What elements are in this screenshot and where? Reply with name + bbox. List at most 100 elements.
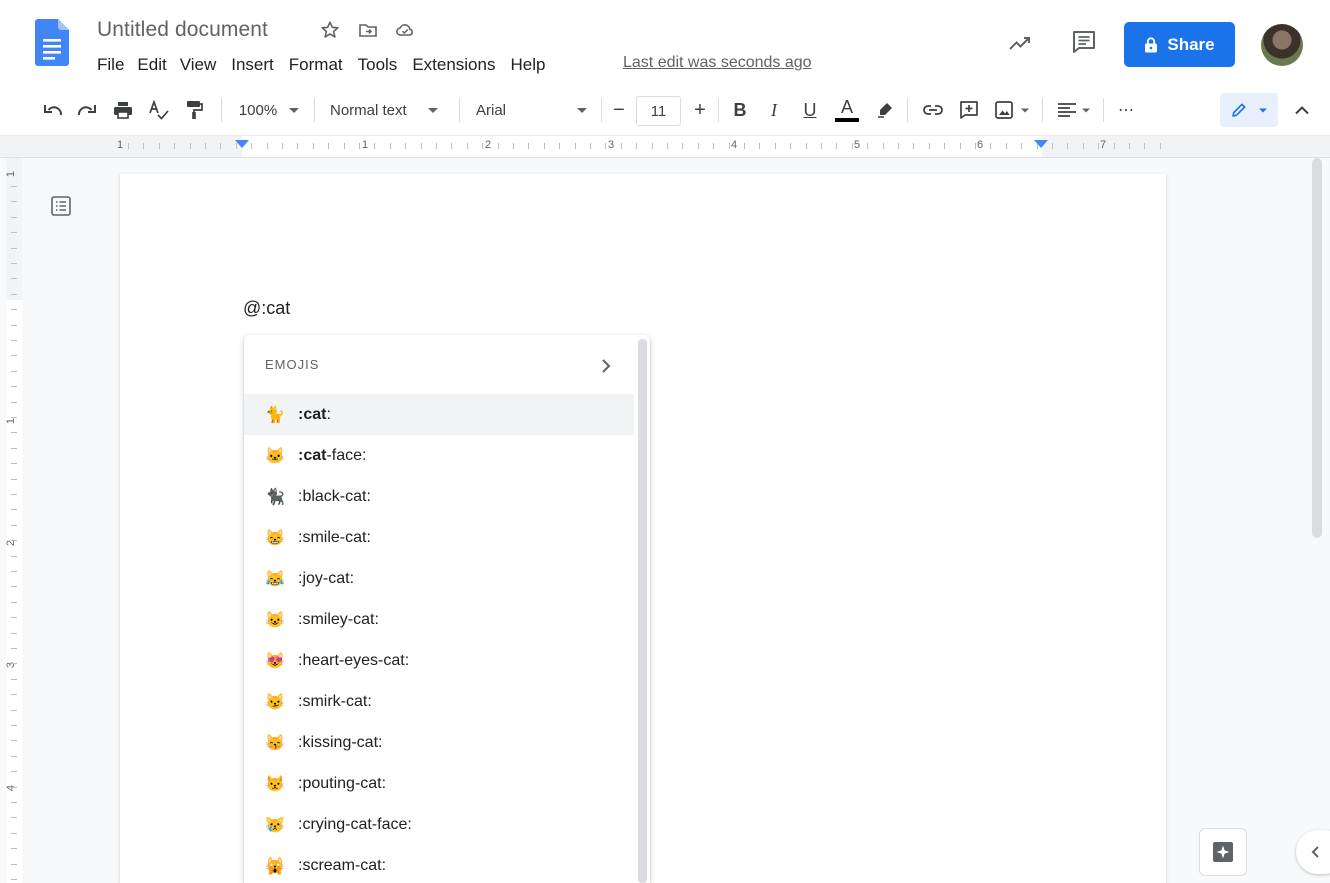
document-body-text[interactable]: @:cat (243, 298, 290, 319)
menu-edit[interactable]: Edit (137, 55, 166, 75)
ruler-tick (960, 143, 961, 149)
docs-logo-icon[interactable] (35, 19, 69, 66)
vruler-tick (11, 756, 17, 757)
ruler-tick (975, 143, 976, 149)
vruler-tick (11, 817, 17, 818)
menu-tools[interactable]: Tools (358, 55, 398, 75)
right-indent-marker[interactable] (1034, 140, 1048, 148)
vruler-tick (11, 571, 17, 572)
move-to-folder-icon[interactable] (358, 20, 378, 40)
vruler-tick (11, 479, 17, 480)
vruler-tick (11, 217, 17, 218)
font-value: Arial (476, 101, 507, 119)
emoji-glyph-icon: 😼 (265, 693, 285, 711)
print-icon[interactable] (110, 84, 136, 136)
emoji-list-item[interactable]: 😹:joy-cat: (244, 558, 634, 599)
menu-file[interactable]: File (97, 55, 124, 75)
emoji-list-item[interactable]: 🐈:cat: (244, 394, 634, 435)
matched-query-text: :cat (298, 405, 327, 423)
vruler-tick (11, 540, 17, 541)
text-color-button[interactable]: A (834, 84, 860, 136)
menu-view[interactable]: View (180, 55, 217, 75)
vertical-scrollbar[interactable] (1312, 158, 1322, 538)
ruler-tick (575, 143, 576, 149)
insert-image-icon[interactable] (990, 84, 1034, 136)
bold-button[interactable]: B (728, 84, 752, 136)
undo-icon[interactable] (40, 84, 66, 136)
left-indent-marker[interactable] (235, 140, 249, 148)
chevron-down-icon (577, 107, 588, 113)
add-comment-icon[interactable] (956, 84, 982, 136)
ruler-tick (1021, 143, 1022, 149)
collapse-icon[interactable] (1289, 84, 1315, 136)
menu-extensions[interactable]: Extensions (412, 55, 495, 75)
more-options-button[interactable]: ⋯ (1114, 84, 1138, 136)
share-button[interactable]: Share (1124, 22, 1235, 67)
redo-icon[interactable] (74, 84, 100, 136)
vruler-tick (11, 787, 17, 788)
bold-label: B (733, 99, 747, 120)
cloud-saved-icon[interactable] (395, 20, 415, 40)
paint-format-icon[interactable] (181, 84, 207, 136)
decrease-font-size-button[interactable]: − (607, 84, 631, 136)
emoji-list-item[interactable]: 🐈‍⬛:black-cat: (244, 476, 634, 517)
ruler-tick (559, 143, 560, 149)
horizontal-ruler[interactable]: 1 1 2 3 4 5 6 7 (0, 136, 1330, 158)
explore-button[interactable] (1199, 828, 1247, 876)
shortcode-remainder-text: :heart-eyes-cat: (298, 651, 410, 669)
ruler-tick (652, 143, 653, 149)
font-select[interactable]: Arial (476, 84, 596, 136)
emoji-list-item[interactable]: 😽:kissing-cat: (244, 722, 634, 763)
emoji-list-item[interactable]: 😺:smiley-cat: (244, 599, 634, 640)
shortcode-remainder-text: :joy-cat: (298, 569, 355, 587)
ruler-tick (590, 143, 591, 149)
shortcode-remainder-text: :crying-cat-face: (298, 815, 412, 833)
chevron-right-icon[interactable] (600, 358, 612, 374)
title-bar: Untitled document File Edit View Insert … (0, 0, 1330, 84)
link-icon[interactable] (920, 84, 946, 136)
emoji-list-item[interactable]: 🙀:scream-cat: (244, 845, 634, 883)
italic-button[interactable]: I (762, 84, 786, 136)
emoji-glyph-icon: 😺 (265, 611, 285, 629)
ruler-tick (806, 143, 807, 149)
underline-button[interactable]: U (798, 84, 822, 136)
ruler-tick (159, 143, 160, 149)
vruler-tick (11, 663, 17, 664)
ruler-tick (282, 143, 283, 149)
ruler-tick (374, 143, 375, 149)
account-avatar[interactable] (1261, 24, 1303, 66)
ruler-label: 3 (608, 139, 615, 151)
last-edit-link[interactable]: Last edit was seconds ago (623, 54, 812, 72)
font-size-input[interactable]: 11 (636, 96, 681, 126)
emoji-shortcode-label: :smirk-cat: (298, 693, 372, 711)
popup-header: EMOJIS (265, 356, 320, 372)
matched-query-text: :cat (298, 446, 327, 464)
ruler-tick (898, 143, 899, 149)
document-outline-icon[interactable] (49, 194, 73, 218)
paragraph-style-select[interactable]: Normal text (330, 84, 448, 136)
vruler-tick (11, 633, 17, 634)
zoom-select[interactable]: 100% (234, 84, 304, 136)
emoji-list-item[interactable]: 😻:heart-eyes-cat: (244, 640, 634, 681)
menu-format[interactable]: Format (289, 55, 343, 75)
emoji-list-item[interactable]: 😸:smile-cat: (244, 517, 634, 558)
highlight-icon[interactable] (873, 84, 897, 136)
vruler-tick (11, 879, 17, 880)
plus-label: + (694, 98, 706, 121)
star-icon[interactable] (320, 20, 340, 40)
align-icon[interactable] (1054, 84, 1094, 136)
increase-font-size-button[interactable]: + (688, 84, 712, 136)
popup-scrollbar[interactable] (638, 339, 647, 883)
menu-insert[interactable]: Insert (231, 55, 274, 75)
editing-mode-icon[interactable] (1220, 93, 1278, 127)
emoji-list-item[interactable]: 😿:crying-cat-face: (244, 804, 634, 845)
spellcheck-icon[interactable] (146, 84, 172, 136)
emoji-list-item[interactable]: 😾:pouting-cat: (244, 763, 634, 804)
document-title[interactable]: Untitled document (97, 18, 268, 42)
emoji-list-item[interactable]: 😼 :smirk-cat: (244, 681, 634, 722)
emoji-glyph-icon: 🙀 (265, 857, 285, 875)
menu-help[interactable]: Help (510, 55, 545, 75)
activity-trend-icon[interactable] (1007, 30, 1033, 56)
emoji-list-item[interactable]: 🐱:cat-face: (244, 435, 634, 476)
comments-icon[interactable] (1071, 29, 1097, 55)
